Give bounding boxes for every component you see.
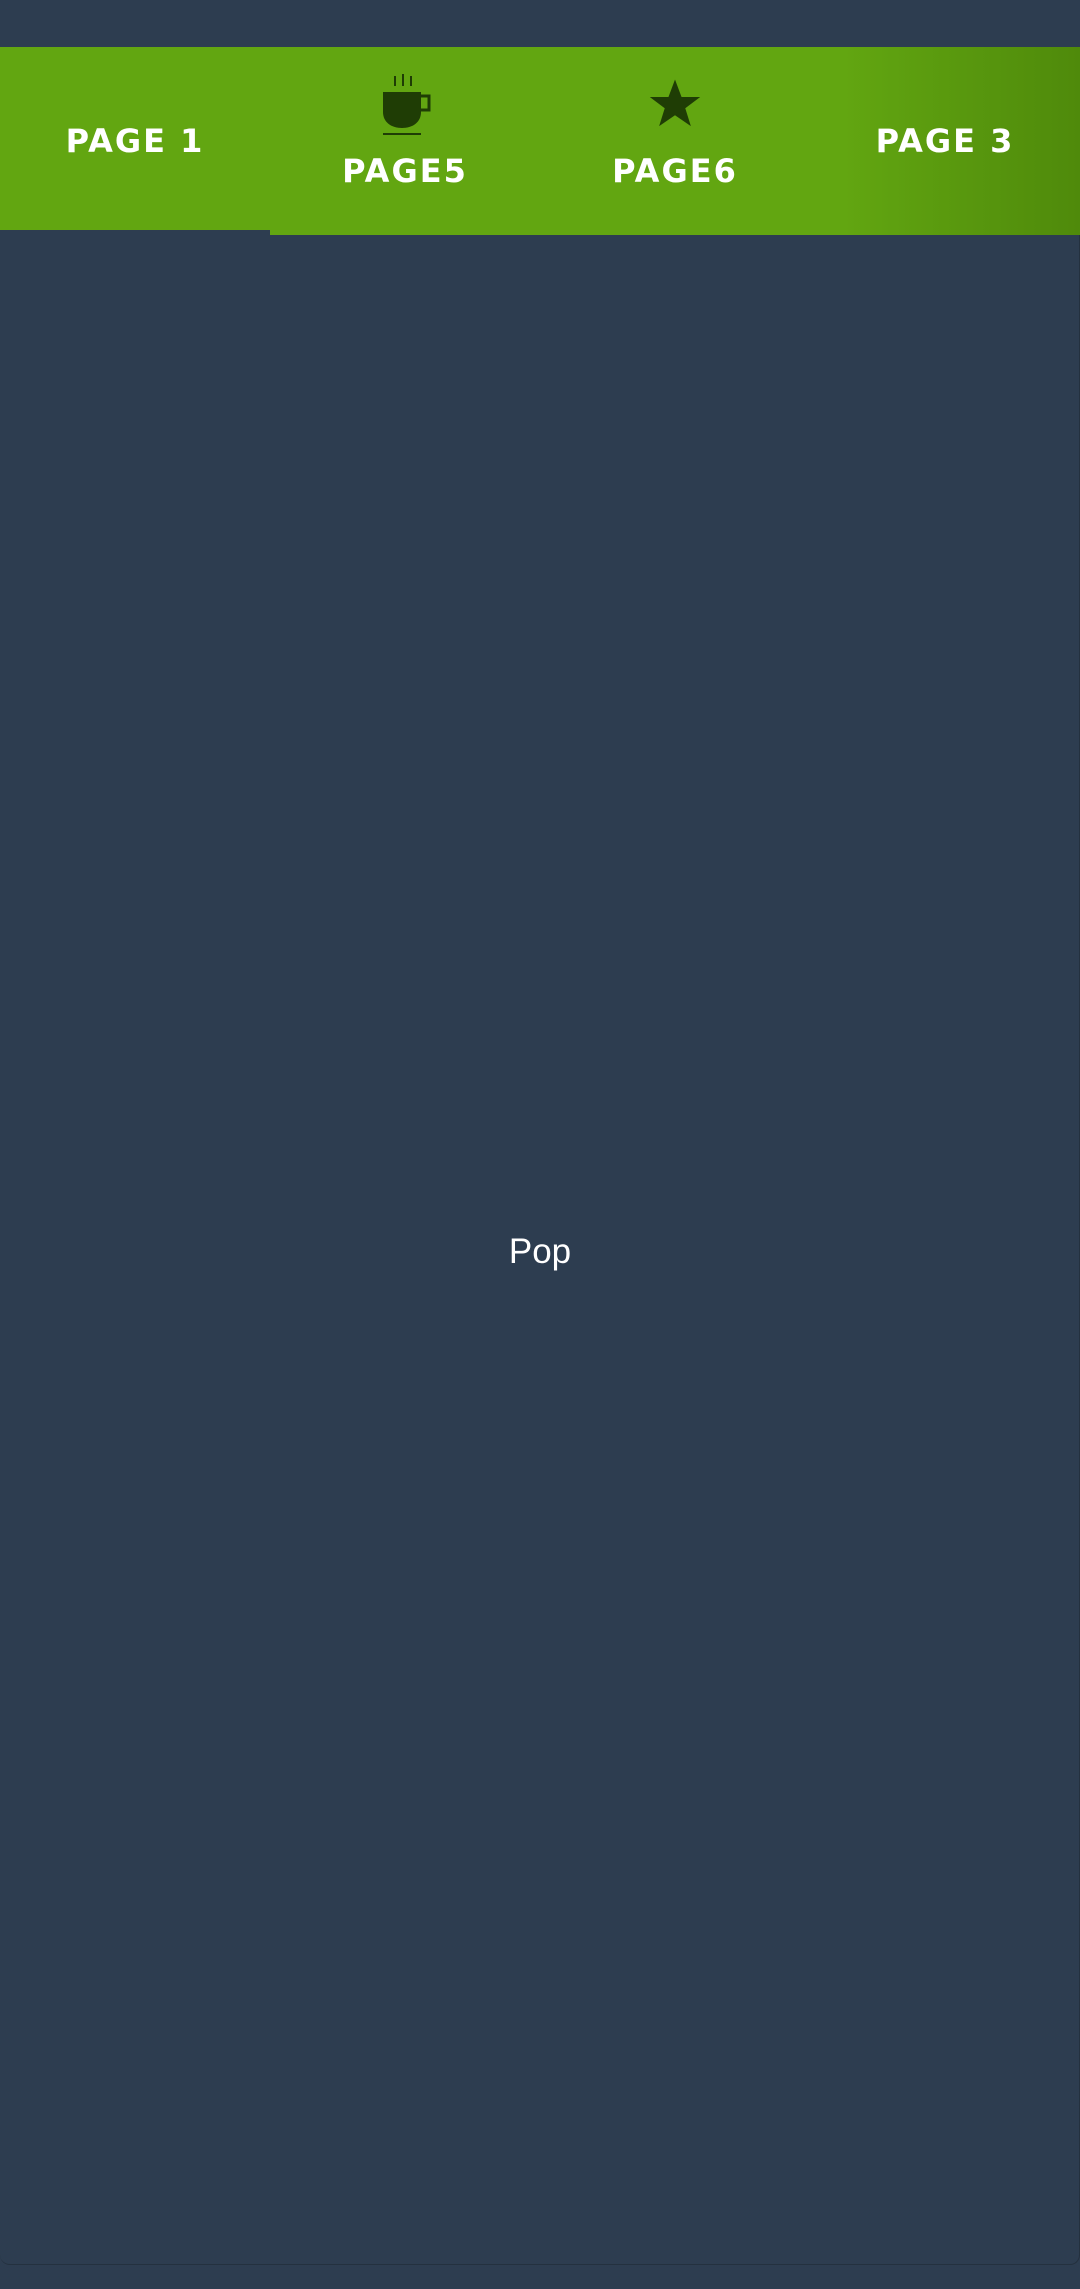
tab-label: PAGE 1 [65, 122, 205, 160]
tab-bar: PAGE 1 PAGE5 PAGE6 PAGE 3 [0, 47, 1080, 235]
tab-label: PAGE5 [342, 152, 468, 190]
tab-page-3[interactable]: PAGE 3 [810, 47, 1080, 235]
tab-page6[interactable]: PAGE6 [540, 47, 810, 235]
star-icon [643, 72, 707, 136]
content-text: Pop [508, 1232, 572, 1271]
status-bar [0, 0, 1080, 47]
tab-label: PAGE 3 [875, 122, 1015, 160]
tab-page5[interactable]: PAGE5 [270, 47, 540, 235]
tab-label: PAGE6 [612, 152, 738, 190]
coffee-cup-icon [373, 72, 437, 136]
tab-page-1[interactable]: PAGE 1 [0, 47, 270, 235]
